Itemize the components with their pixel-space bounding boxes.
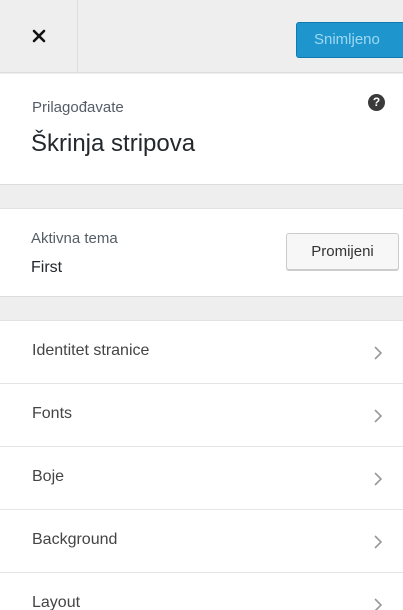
customizing-label: Prilagođavate: [32, 99, 124, 116]
menu-item-label: Identitet stranice: [32, 342, 150, 359]
active-theme-label: Aktivna tema: [31, 230, 118, 247]
help-icon[interactable]: ?: [368, 94, 385, 111]
menu-item-label: Fonts: [32, 405, 73, 422]
chevron-right-icon: [373, 345, 383, 361]
active-theme-section: Aktivna tema First Promijeni: [0, 208, 403, 297]
menu-item-label: Layout: [32, 594, 81, 610]
chevron-right-icon: [373, 408, 383, 424]
save-button[interactable]: Snimljeno: [296, 22, 403, 58]
chevron-right-icon: [373, 534, 383, 550]
close-icon: [31, 28, 47, 44]
menu-item-layout[interactable]: Layout: [0, 573, 403, 610]
site-title: Škrinja stripova: [31, 130, 196, 157]
customizer-info: Prilagođavate Škrinja stripova ?: [0, 74, 403, 185]
chevron-right-icon: [373, 597, 383, 610]
customizer-menu: Identitet stranice Fonts Boje Background…: [0, 320, 403, 610]
chevron-right-icon: [373, 471, 383, 487]
close-button[interactable]: [0, 0, 78, 72]
menu-item-fonts[interactable]: Fonts: [0, 384, 403, 447]
change-theme-button[interactable]: Promijeni: [286, 233, 399, 270]
customizer-panel: Snimljeno Prilagođavate Škrinja stripova…: [0, 0, 403, 610]
customizer-header: Snimljeno: [0, 0, 403, 73]
menu-item-label: Background: [32, 531, 118, 548]
menu-item-site-identity[interactable]: Identitet stranice: [0, 321, 403, 384]
active-theme-name: First: [31, 259, 63, 276]
menu-item-colors[interactable]: Boje: [0, 447, 403, 510]
menu-item-label: Boje: [32, 468, 65, 485]
menu-item-background[interactable]: Background: [0, 510, 403, 573]
